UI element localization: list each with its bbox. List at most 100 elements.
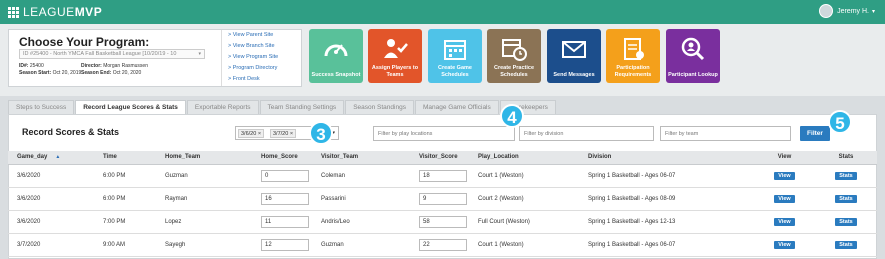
leaguemvp-logo[interactable]: LEAGUE MVP: [8, 5, 102, 19]
tab-team-standing-settings[interactable]: Team Standing Settings: [259, 100, 345, 114]
col-view[interactable]: View: [754, 151, 815, 165]
step-badge-3: 3: [309, 121, 333, 145]
link-view-parent-site[interactable]: > View Parent Site: [228, 30, 309, 41]
col-home-team[interactable]: Home_Team: [156, 151, 252, 165]
cell-home-team: Sayegh: [156, 233, 252, 257]
tab-exportable-reports[interactable]: Exportable Reports: [186, 100, 259, 114]
chevron-down-icon: ▾: [198, 51, 201, 57]
view-button[interactable]: View: [774, 194, 795, 203]
tab-manage-game-officials[interactable]: Manage Game Officials: [414, 100, 499, 114]
cell-game-day: 3/6/2020: [8, 164, 94, 188]
cell-game-day: 3/7/2020: [8, 233, 94, 257]
sort-asc-icon: ▲: [55, 154, 61, 161]
cell-division: Spring 1 Basketball - Ages 06-07: [579, 233, 754, 257]
team-filter-input[interactable]: Filter by team: [660, 126, 791, 141]
home-score-input[interactable]: 16: [261, 192, 309, 205]
col-time[interactable]: Time: [94, 151, 156, 165]
cell-time: 7:00 PM: [94, 210, 156, 234]
tab-record-league-scores[interactable]: Record League Scores & Stats: [75, 100, 186, 114]
col-visitor-team[interactable]: Visitor_Team: [312, 151, 410, 165]
page-title: Record Scores & Stats: [22, 127, 120, 137]
location-filter-input[interactable]: Filter by play locations: [373, 126, 515, 141]
stats-button[interactable]: Stats: [835, 240, 857, 249]
remove-icon: ×: [257, 131, 262, 137]
assign-player-icon: [384, 39, 408, 58]
tab-season-standings[interactable]: Season Standings: [345, 100, 414, 114]
link-view-branch-site[interactable]: > View Branch Site: [228, 41, 309, 52]
home-score-input[interactable]: 0: [261, 169, 309, 182]
link-view-program-site[interactable]: > View Program Site: [228, 52, 309, 63]
visitor-score-input[interactable]: 18: [419, 169, 467, 182]
tile-participation-requirements[interactable]: Participation Requirements: [606, 29, 660, 83]
tile-label: Participant Lookup: [668, 71, 718, 78]
quick-links: > View Parent Site > View Branch Site > …: [221, 30, 309, 86]
tile-participant-lookup[interactable]: Participant Lookup: [666, 29, 720, 83]
visitor-score-input[interactable]: 58: [419, 215, 467, 228]
user-menu[interactable]: Jeremy H. ▾: [819, 4, 875, 18]
link-program-directory[interactable]: > Program Directory: [228, 63, 309, 74]
cell-time: 9:00 AM: [94, 233, 156, 257]
tile-create-game-schedules[interactable]: Create Game Schedules: [428, 29, 482, 83]
table-row: 3/6/2020 6:00 PM Rayman 16 Passarini 9 C…: [8, 187, 877, 211]
cell-home-team: Rayman: [156, 187, 252, 211]
logo-text-league: LEAGUE: [23, 5, 75, 19]
cell-visitor-team: Passarini: [312, 187, 410, 211]
tab-bar: Steps to Success Record League Scores & …: [8, 100, 557, 114]
filter-button[interactable]: Filter: [800, 126, 830, 141]
table-header-row: Game_day ▲ Time Home_Team Home_Score Visi…: [8, 151, 877, 165]
date-chip-to[interactable]: 3/7/20 ×: [270, 129, 297, 138]
visitor-score-input[interactable]: 9: [419, 192, 467, 205]
stats-button[interactable]: Stats: [835, 194, 857, 203]
tab-steps-to-success[interactable]: Steps to Success: [8, 100, 75, 114]
user-name: Jeremy H.: [837, 7, 869, 15]
tile-create-practice-schedules[interactable]: Create Practice Schedules: [487, 29, 541, 83]
view-button[interactable]: View: [774, 171, 795, 180]
home-score-input[interactable]: 11: [261, 215, 309, 228]
tile-label: Send Messages: [553, 71, 595, 78]
col-visitor-score[interactable]: Visitor_Score: [410, 151, 469, 165]
program-select-value: ID #25400 - North YMCA Fall Basketball L…: [23, 51, 177, 57]
cell-division: Spring 1 Basketball - Ages 12-13: [579, 210, 754, 234]
program-director-line: Director: Morgan Rasmussen: [81, 63, 148, 69]
tile-assign-players[interactable]: Assign Players to Teams: [368, 29, 422, 83]
step-badge-4: 4: [500, 104, 524, 128]
cell-visitor-team: Guzman: [312, 233, 410, 257]
checklist-icon: [624, 38, 644, 60]
logo-grid-icon: [8, 6, 19, 18]
cell-game-day: 3/6/2020: [8, 187, 94, 211]
cell-division: Spring 1 Basketball - Ages 06-07: [579, 164, 754, 188]
col-play-location[interactable]: Play_Location: [469, 151, 579, 165]
program-card: Choose Your Program: ID #25400 - North Y…: [8, 29, 302, 87]
tile-send-messages[interactable]: Send Messages: [547, 29, 601, 83]
cell-play-location: Court 1 (Weston): [469, 164, 579, 188]
cell-time: 6:00 PM: [94, 164, 156, 188]
cell-home-team: Lopez: [156, 210, 252, 234]
cell-visitor-team: Andris/Leo: [312, 210, 410, 234]
magnifier-person-icon: [681, 37, 705, 61]
link-front-desk[interactable]: > Front Desk: [228, 74, 309, 85]
stats-button[interactable]: Stats: [835, 171, 857, 180]
stats-button[interactable]: Stats: [835, 217, 857, 226]
tile-success-snapshot[interactable]: Success Snapshot: [309, 29, 363, 83]
col-division[interactable]: Division: [579, 151, 754, 165]
cell-game-day: 3/6/2020: [8, 210, 94, 234]
division-filter-input[interactable]: Filter by division: [519, 126, 654, 141]
cell-division: Spring 1 Basketball - Ages 08-09: [579, 187, 754, 211]
cell-play-location: Full Court (Weston): [469, 210, 579, 234]
tile-label: Create Practice Schedules: [493, 65, 535, 78]
season-start-line: Season Start: Oct 20, 2019: [19, 70, 82, 76]
date-chip-from[interactable]: 3/6/20 ×: [238, 129, 265, 138]
home-score-input[interactable]: 12: [261, 238, 309, 251]
chevron-down-icon: ▾: [871, 8, 875, 15]
col-game-day[interactable]: Game_day ▲: [8, 151, 94, 165]
col-stats[interactable]: Stats: [815, 151, 877, 165]
table-row: 3/7/2020 9:00 AM Sayegh 12 Guzman 22 Cou…: [8, 233, 877, 257]
tile-label: Create Game Schedules: [438, 65, 472, 78]
view-button[interactable]: View: [774, 217, 795, 226]
cell-time: 6:00 PM: [94, 187, 156, 211]
cell-home-team: Guzman: [156, 164, 252, 188]
program-select[interactable]: ID #25400 - North YMCA Fall Basketball L…: [19, 49, 205, 59]
visitor-score-input[interactable]: 22: [419, 238, 467, 251]
col-home-score[interactable]: Home_Score: [252, 151, 312, 165]
view-button[interactable]: View: [774, 240, 795, 249]
